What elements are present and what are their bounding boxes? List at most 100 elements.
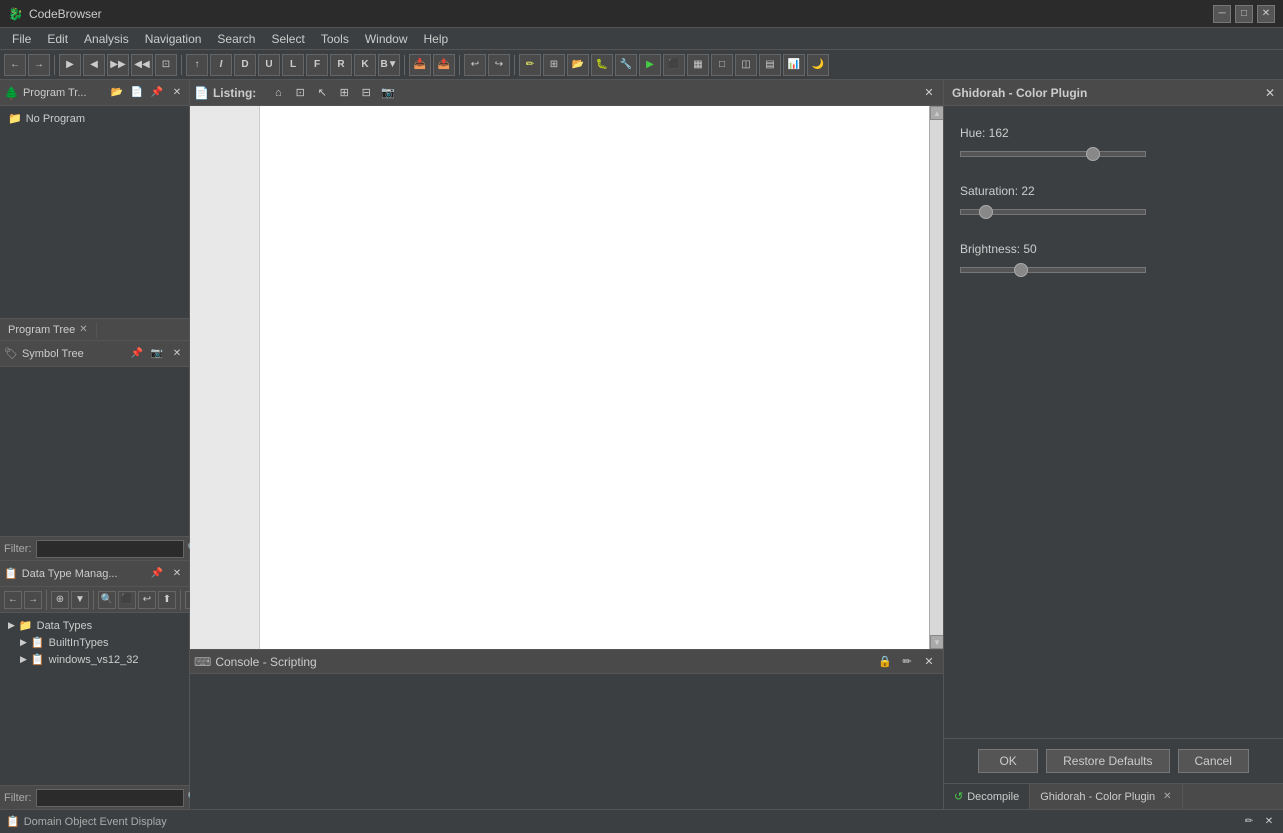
hue-track[interactable]	[960, 151, 1146, 157]
symbol-tree-close-btn[interactable]: ✕	[169, 346, 185, 362]
scroll-track[interactable]	[930, 120, 943, 635]
tb-F[interactable]: F	[306, 54, 328, 76]
maximize-button[interactable]: □	[1235, 5, 1253, 23]
close-button[interactable]: ✕	[1257, 5, 1275, 23]
tb-I[interactable]: I	[210, 54, 232, 76]
tb-pencil[interactable]: ✏	[519, 54, 541, 76]
no-program-item[interactable]: 📁 No Program	[4, 110, 185, 127]
dt-fwd-btn[interactable]: →	[24, 591, 42, 609]
tb-B[interactable]: B▼	[378, 54, 400, 76]
menu-window[interactable]: Window	[357, 30, 416, 48]
program-tree-tab[interactable]: Program Tree ✕	[0, 322, 97, 338]
tb-square3[interactable]: ◫	[735, 54, 757, 76]
tb-redo[interactable]: ↪	[488, 54, 510, 76]
color-plugin-tab[interactable]: Ghidorah - Color Plugin ✕	[1030, 784, 1182, 809]
data-filter-input[interactable]	[36, 789, 184, 807]
color-plugin-tab-close[interactable]: ✕	[1163, 791, 1171, 802]
symbol-tree-pin-btn[interactable]: 📌	[129, 346, 145, 362]
saturation-track[interactable]	[960, 209, 1146, 215]
brightness-thumb[interactable]	[1014, 263, 1028, 277]
menu-file[interactable]: File	[4, 30, 39, 48]
minimize-button[interactable]: ─	[1213, 5, 1231, 23]
menu-edit[interactable]: Edit	[39, 30, 76, 48]
scroll-up-btn[interactable]: ▲	[930, 106, 943, 120]
tb-forward-button[interactable]: →	[28, 54, 50, 76]
tb-L[interactable]: L	[282, 54, 304, 76]
program-tree-tab-close[interactable]: ✕	[79, 324, 87, 335]
console-lock-btn[interactable]: 🔒	[875, 652, 895, 672]
menu-navigation[interactable]: Navigation	[137, 30, 210, 48]
menu-select[interactable]: Select	[263, 30, 312, 48]
tb-D[interactable]: D	[234, 54, 256, 76]
console-content[interactable]	[190, 674, 943, 809]
brightness-track[interactable]	[960, 267, 1146, 273]
tb-export[interactable]: 📤	[433, 54, 455, 76]
dt-btn2[interactable]: ▼	[71, 591, 89, 609]
tb-R[interactable]: R	[330, 54, 352, 76]
tb-btn2[interactable]: ◀	[83, 54, 105, 76]
menu-analysis[interactable]: Analysis	[76, 30, 137, 48]
listing-main[interactable]	[260, 106, 929, 649]
tb-grid[interactable]: ⊞	[543, 54, 565, 76]
tb-chart[interactable]: 📊	[783, 54, 805, 76]
listing-btn-copy[interactable]: ⊡	[290, 83, 310, 103]
listing-btn-home[interactable]: ⌂	[268, 83, 288, 103]
tb-play[interactable]: ▶	[639, 54, 661, 76]
ok-button[interactable]: OK	[978, 749, 1038, 773]
menu-search[interactable]: Search	[209, 30, 263, 48]
menu-tools[interactable]: Tools	[313, 30, 357, 48]
data-type-pin-btn[interactable]: 📌	[149, 566, 165, 582]
tb-btn5[interactable]: ⊡	[155, 54, 177, 76]
tb-back-button[interactable]: ←	[4, 54, 26, 76]
tb-import[interactable]: 📥	[409, 54, 431, 76]
dt-back-btn[interactable]: ←	[4, 591, 22, 609]
symbol-tree-snapshot-btn[interactable]: 📷	[149, 346, 165, 362]
tb-bars[interactable]: ▤	[759, 54, 781, 76]
domain-events-close-btn[interactable]: ✕	[1261, 814, 1277, 830]
scroll-down-btn[interactable]: ▼	[930, 635, 943, 649]
listing-btn-cursor[interactable]: ↖	[312, 83, 332, 103]
decompile-tab[interactable]: ↺ Decompile	[944, 784, 1030, 809]
listing-btn-grid[interactable]: ⊞	[334, 83, 354, 103]
program-tree-open-btn[interactable]: 📂	[109, 85, 125, 101]
console-close-btn[interactable]: ✕	[919, 652, 939, 672]
tb-play2[interactable]: ⬛	[663, 54, 685, 76]
data-types-root[interactable]: ▶ 📁 Data Types	[4, 617, 185, 634]
listing-btn-snapshot[interactable]: 📷	[378, 83, 398, 103]
tb-square2[interactable]: □	[711, 54, 733, 76]
tb-bug[interactable]: 🐛	[591, 54, 613, 76]
tb-up-arrow[interactable]: ↑	[186, 54, 208, 76]
menu-help[interactable]: Help	[416, 30, 457, 48]
tb-open[interactable]: 📂	[567, 54, 589, 76]
data-type-close-btn[interactable]: ✕	[169, 566, 185, 582]
tb-U[interactable]: U	[258, 54, 280, 76]
tb-btn3[interactable]: ▶▶	[107, 54, 129, 76]
dt-btn3[interactable]: ↩	[138, 591, 156, 609]
tb-bug2[interactable]: 🔧	[615, 54, 637, 76]
windows-item[interactable]: ▶ 📋 windows_vs12_32	[4, 651, 185, 668]
tb-squares[interactable]: ▦	[687, 54, 709, 76]
restore-defaults-button[interactable]: Restore Defaults	[1046, 749, 1169, 773]
domain-events-pen-btn[interactable]: ✏	[1241, 814, 1257, 830]
tb-K[interactable]: K	[354, 54, 376, 76]
saturation-thumb[interactable]	[979, 205, 993, 219]
dt-refresh-btn[interactable]: ⬛	[118, 591, 136, 609]
hue-thumb[interactable]	[1086, 147, 1100, 161]
color-plugin-close-btn[interactable]: ✕	[1265, 86, 1275, 100]
dt-btn4[interactable]: ⬆	[158, 591, 176, 609]
tb-moon[interactable]: 🌙	[807, 54, 829, 76]
cancel-button[interactable]: Cancel	[1178, 749, 1249, 773]
dt-btn1[interactable]: ⊕	[51, 591, 69, 609]
program-tree-pin-btn[interactable]: 📌	[149, 85, 165, 101]
console-pen-btn[interactable]: ✏	[897, 652, 917, 672]
program-tree-new-btn[interactable]: 📄	[129, 85, 145, 101]
tb-btn1[interactable]: ▶	[59, 54, 81, 76]
dt-filter-btn[interactable]: 🔍	[98, 591, 116, 609]
listing-btn-nav[interactable]: ⊟	[356, 83, 376, 103]
program-tree-close-btn[interactable]: ✕	[169, 85, 185, 101]
tb-undo[interactable]: ↩	[464, 54, 486, 76]
tb-btn4[interactable]: ◀◀	[131, 54, 153, 76]
symbol-filter-input[interactable]	[36, 540, 184, 558]
listing-close-btn[interactable]: ✕	[919, 83, 939, 103]
builtin-types-item[interactable]: ▶ 📋 BuiltInTypes	[4, 634, 185, 651]
